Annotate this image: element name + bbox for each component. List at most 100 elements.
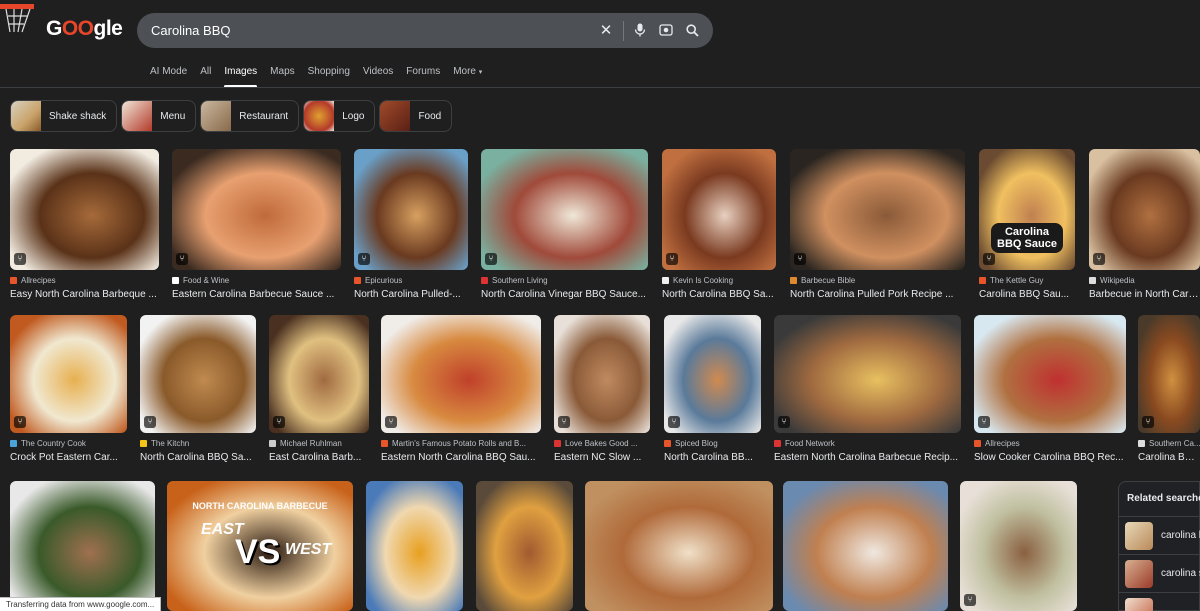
result-title[interactable]: North Carolina Pulled Pork Recipe ... bbox=[790, 289, 965, 300]
result-thumbnail[interactable] bbox=[662, 149, 776, 270]
site-favicon-icon bbox=[1138, 440, 1145, 447]
result-source: Wikipedia bbox=[1089, 276, 1135, 285]
result-source-label: Michael Ruhlman bbox=[280, 439, 342, 448]
result-source-label: Martin's Famous Potato Rolls and B... bbox=[392, 439, 527, 448]
result-title[interactable]: North Carolina BBQ Sa... bbox=[662, 289, 776, 300]
result-thumbnail[interactable] bbox=[140, 315, 256, 433]
result-title[interactable]: Carolina Barb... bbox=[1138, 452, 1200, 463]
site-favicon-icon bbox=[554, 440, 561, 447]
result-title[interactable]: North Carolina Pulled-... bbox=[354, 289, 468, 300]
site-favicon-icon bbox=[664, 440, 671, 447]
result-thumbnail[interactable] bbox=[354, 149, 468, 270]
result-source: The Kettle Guy bbox=[979, 276, 1043, 285]
result-source: Food & Wine bbox=[172, 276, 229, 285]
related-search-item[interactable] bbox=[1119, 592, 1200, 611]
related-thumbnail bbox=[1125, 521, 1153, 550]
result-thumbnail[interactable] bbox=[10, 481, 155, 611]
result-thumbnail[interactable] bbox=[481, 149, 648, 270]
search-tabs: AI Mode All Images Maps Shopping Videos … bbox=[150, 66, 495, 88]
result-thumbnail[interactable] bbox=[960, 481, 1077, 611]
site-favicon-icon bbox=[774, 440, 781, 447]
chip-shake-shack[interactable]: Shake shack bbox=[10, 100, 118, 132]
thumbnail-label-vs: VS bbox=[235, 533, 281, 571]
tab-ai-mode[interactable]: AI Mode bbox=[150, 66, 187, 86]
recipe-badge-icon: ⑂ bbox=[14, 253, 26, 265]
result-title[interactable]: North Carolina BB... bbox=[664, 452, 761, 463]
result-source-label: Southern Ca... bbox=[1149, 439, 1200, 448]
chip-logo[interactable]: Logo bbox=[303, 100, 376, 132]
recipe-badge-icon: ⑂ bbox=[666, 253, 678, 265]
result-thumbnail[interactable] bbox=[774, 315, 961, 433]
related-search-item[interactable]: carolina s bbox=[1119, 554, 1200, 592]
result-source: Allrecipes bbox=[974, 439, 1020, 448]
lens-icon[interactable] bbox=[657, 21, 675, 39]
result-title[interactable]: Barbecue in North Carolin... bbox=[1089, 289, 1200, 300]
result-thumbnail[interactable] bbox=[10, 315, 127, 433]
site-favicon-icon bbox=[140, 440, 147, 447]
site-favicon-icon bbox=[269, 440, 276, 447]
result-title[interactable]: Carolina BBQ Sau... bbox=[979, 289, 1075, 300]
result-thumbnail[interactable] bbox=[664, 315, 761, 433]
result-thumbnail[interactable] bbox=[1089, 149, 1200, 270]
result-title[interactable]: Easy North Carolina Barbeque ... bbox=[10, 289, 159, 300]
result-title[interactable]: Eastern North Carolina Barbecue Recip... bbox=[774, 452, 961, 463]
result-thumbnail[interactable] bbox=[269, 315, 369, 433]
chip-food[interactable]: Food bbox=[379, 100, 453, 132]
chip-restaurant[interactable]: Restaurant bbox=[200, 100, 300, 132]
mic-icon[interactable] bbox=[631, 21, 649, 39]
result-source-label: Allrecipes bbox=[21, 276, 56, 285]
result-source-label: The Kitchn bbox=[151, 439, 190, 448]
search-icon[interactable] bbox=[683, 21, 701, 39]
chip-menu[interactable]: Menu bbox=[121, 100, 197, 132]
recipe-badge-icon: ⑂ bbox=[1093, 253, 1105, 265]
tab-shopping[interactable]: Shopping bbox=[308, 66, 350, 86]
recipe-badge-icon: ⑂ bbox=[983, 253, 995, 265]
related-label: carolina b bbox=[1161, 530, 1200, 541]
result-source: Southern Ca... bbox=[1138, 439, 1200, 448]
result-source: Barbecue Bible bbox=[790, 276, 855, 285]
result-thumbnail[interactable] bbox=[10, 149, 159, 270]
result-source: Martin's Famous Potato Rolls and B... bbox=[381, 439, 526, 448]
site-favicon-icon bbox=[381, 440, 388, 447]
tab-more[interactable]: More ▾ bbox=[453, 66, 482, 86]
result-thumbnail[interactable] bbox=[585, 481, 773, 611]
result-title[interactable]: Eastern North Carolina BBQ Sau... bbox=[381, 452, 541, 463]
result-thumbnail[interactable] bbox=[554, 315, 650, 433]
tab-videos[interactable]: Videos bbox=[363, 66, 393, 86]
result-title[interactable]: North Carolina BBQ Sa... bbox=[140, 452, 256, 463]
tab-forums[interactable]: Forums bbox=[406, 66, 440, 86]
search-input[interactable]: Carolina BBQ bbox=[151, 23, 230, 38]
result-title[interactable]: Slow Cooker Carolina BBQ Rec... bbox=[974, 452, 1126, 463]
doodle-basketball-hoop-icon[interactable] bbox=[0, 0, 40, 40]
google-logo[interactable]: GOOgle bbox=[46, 17, 123, 41]
result-source-label: Epicurious bbox=[365, 276, 403, 285]
related-search-item[interactable]: carolina b bbox=[1119, 516, 1200, 554]
result-thumbnail[interactable] bbox=[790, 149, 965, 270]
result-thumbnail[interactable] bbox=[381, 315, 541, 433]
result-thumbnail[interactable] bbox=[172, 149, 341, 270]
result-title[interactable]: Eastern NC Slow ... bbox=[554, 452, 650, 463]
result-thumbnail[interactable] bbox=[366, 481, 463, 611]
result-thumbnail[interactable] bbox=[476, 481, 573, 611]
related-searches-panel: Related searches carolina b carolina s bbox=[1118, 481, 1200, 611]
recipe-badge-icon: ⑂ bbox=[144, 416, 156, 428]
search-box[interactable]: Carolina BBQ ✕ bbox=[137, 13, 713, 48]
result-title[interactable]: Crock Pot Eastern Car... bbox=[10, 452, 127, 463]
tab-all[interactable]: All bbox=[200, 66, 211, 86]
result-thumbnail[interactable] bbox=[974, 315, 1126, 433]
result-title[interactable]: North Carolina Vinegar BBQ Sauce... bbox=[481, 289, 648, 300]
site-favicon-icon bbox=[481, 277, 488, 284]
related-thumbnail bbox=[1125, 559, 1153, 588]
thumbnail-label-west: WEST bbox=[285, 541, 332, 558]
tab-images[interactable]: Images bbox=[224, 66, 257, 88]
result-thumbnail[interactable] bbox=[783, 481, 948, 611]
close-icon[interactable]: ✕ bbox=[597, 21, 615, 39]
result-source-label: The Kettle Guy bbox=[990, 276, 1044, 285]
tab-maps[interactable]: Maps bbox=[270, 66, 294, 86]
result-title[interactable]: Eastern Carolina Barbecue Sauce ... bbox=[172, 289, 341, 300]
site-favicon-icon bbox=[974, 440, 981, 447]
site-favicon-icon bbox=[354, 277, 361, 284]
chip-label: Logo bbox=[342, 110, 365, 122]
result-title[interactable]: East Carolina Barb... bbox=[269, 452, 369, 463]
result-source: The Kitchn bbox=[140, 439, 189, 448]
